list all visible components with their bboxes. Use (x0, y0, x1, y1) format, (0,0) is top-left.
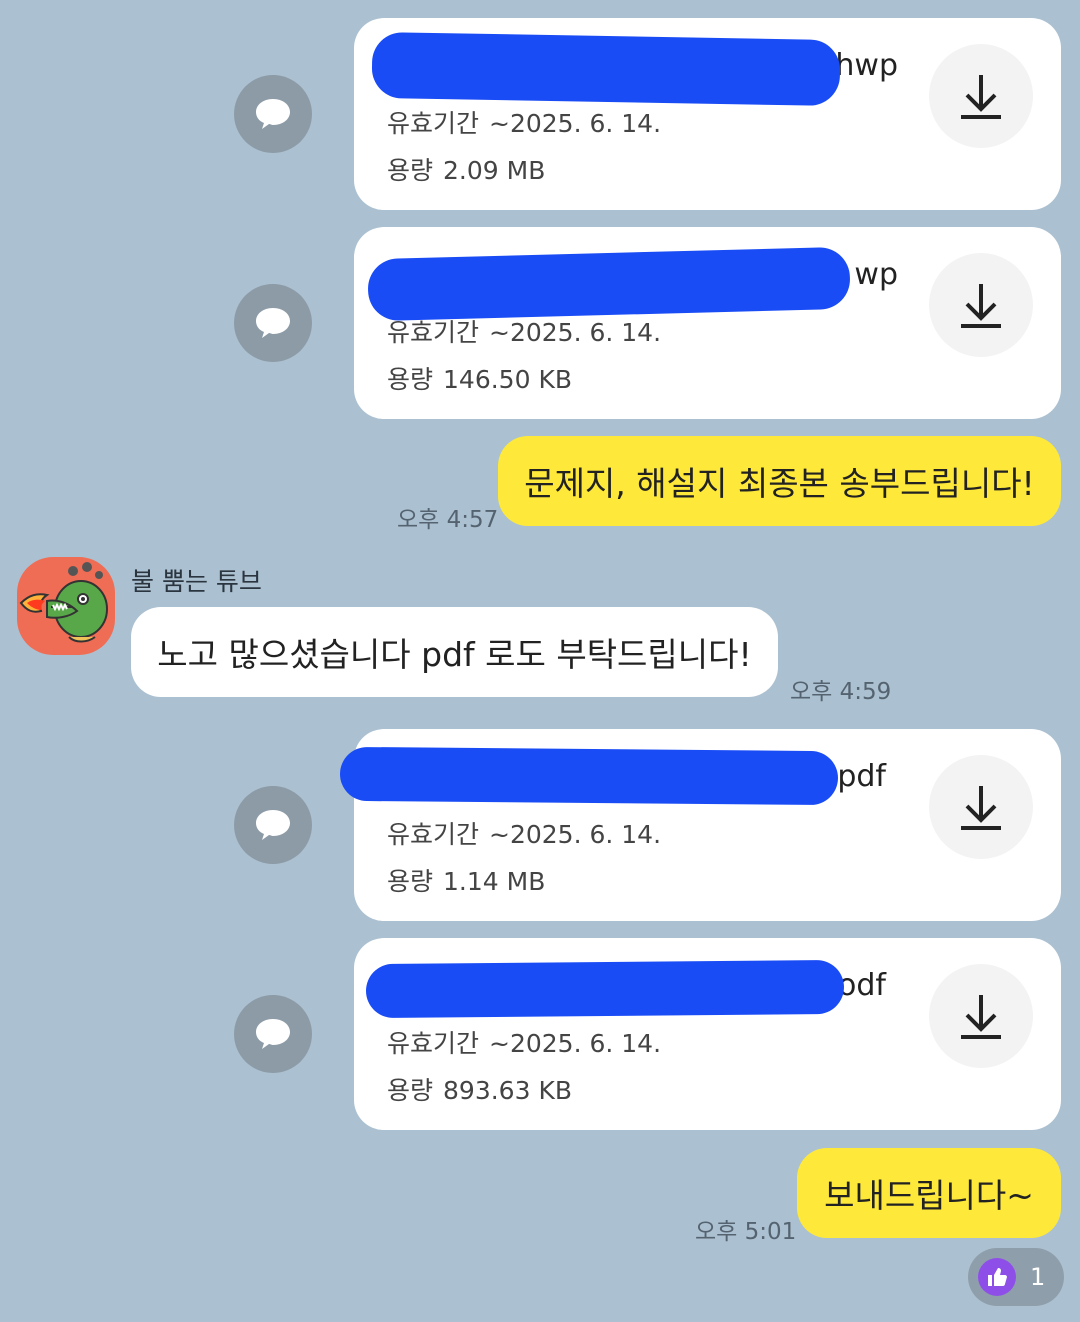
speech-bubble-icon (256, 308, 290, 338)
my-message-bubble[interactable]: 보내드립니다~ (797, 1148, 1061, 1238)
file-card[interactable]: hwp 유효기간 ~2025. 6. 14. 용량 2.09 MB (354, 18, 1061, 210)
file-expiry: 유효기간 ~2025. 6. 14. (387, 820, 662, 849)
reaction-badge[interactable]: 1 (968, 1248, 1064, 1306)
file-expiry: 유효기간 ~2025. 6. 14. (387, 318, 662, 347)
share-button[interactable] (234, 75, 312, 153)
sender-name: 불 뿜는 튜브 (131, 567, 262, 596)
other-message-bubble[interactable]: 노고 많으셨습니다 pdf 로도 부탁드립니다! (131, 607, 778, 697)
file-card[interactable]: odf 유효기간 ~2025. 6. 14. 용량 893.63 KB (354, 938, 1061, 1130)
download-icon (961, 995, 1001, 1039)
download-icon (961, 284, 1001, 328)
download-button[interactable] (929, 755, 1033, 859)
share-button[interactable] (234, 995, 312, 1073)
file-card[interactable]: pdf 유효기간 ~2025. 6. 14. 용량 1.14 MB (339, 729, 1061, 921)
share-button[interactable] (234, 284, 312, 362)
avatar[interactable] (17, 557, 115, 655)
file-expiry: 유효기간 ~2025. 6. 14. (387, 109, 662, 138)
message-timestamp: 오후 4:57 (397, 507, 499, 533)
reaction-count: 1 (1030, 1263, 1046, 1291)
redaction-mark (371, 31, 841, 107)
download-icon (961, 75, 1001, 119)
file-expiry: 유효기간 ~2025. 6. 14. (387, 1029, 662, 1058)
speech-bubble-icon (256, 99, 290, 129)
file-size: 용량 146.50 KB (387, 365, 572, 394)
share-button[interactable] (234, 786, 312, 864)
thumbs-up-icon (978, 1258, 1016, 1296)
file-size: 용량 893.63 KB (387, 1076, 572, 1105)
redaction-mark (339, 746, 839, 806)
file-size: 용량 1.14 MB (387, 867, 546, 896)
dragon-sticker-icon (19, 562, 108, 643)
redaction-mark (365, 959, 845, 1019)
download-button[interactable] (929, 253, 1033, 357)
redaction-mark (367, 246, 851, 322)
file-card[interactable]: wp 유효기간 ~2025. 6. 14. 용량 146.50 KB (354, 227, 1061, 419)
download-button[interactable] (929, 44, 1033, 148)
speech-bubble-icon (256, 1019, 290, 1049)
my-message-bubble[interactable]: 문제지, 해설지 최종본 송부드립니다! (498, 436, 1061, 526)
file-size: 용량 2.09 MB (387, 156, 546, 185)
download-icon (961, 786, 1001, 830)
message-timestamp: 오후 4:59 (790, 679, 892, 705)
download-button[interactable] (929, 964, 1033, 1068)
message-timestamp: 오후 5:01 (695, 1219, 797, 1245)
speech-bubble-icon (256, 810, 290, 840)
